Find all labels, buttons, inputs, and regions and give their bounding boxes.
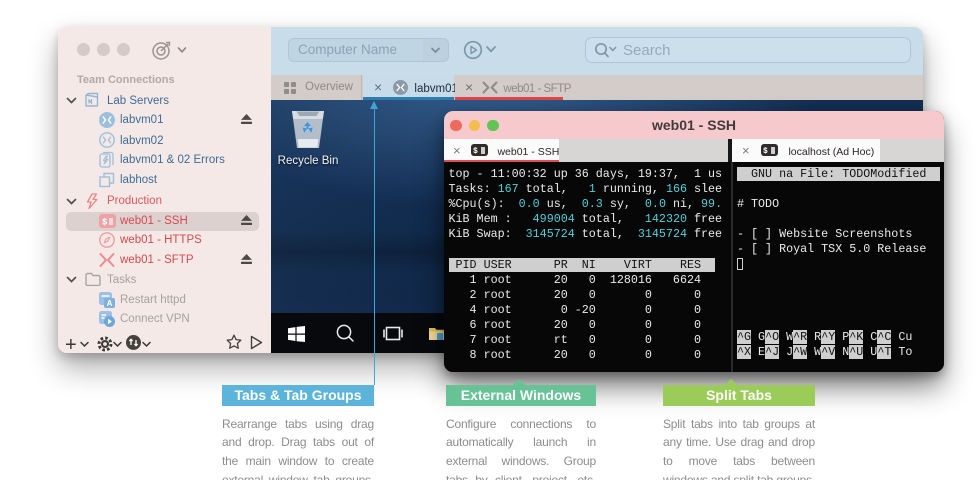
svg-text:A: A: [107, 299, 113, 308]
svg-text:$: $: [102, 217, 108, 227]
